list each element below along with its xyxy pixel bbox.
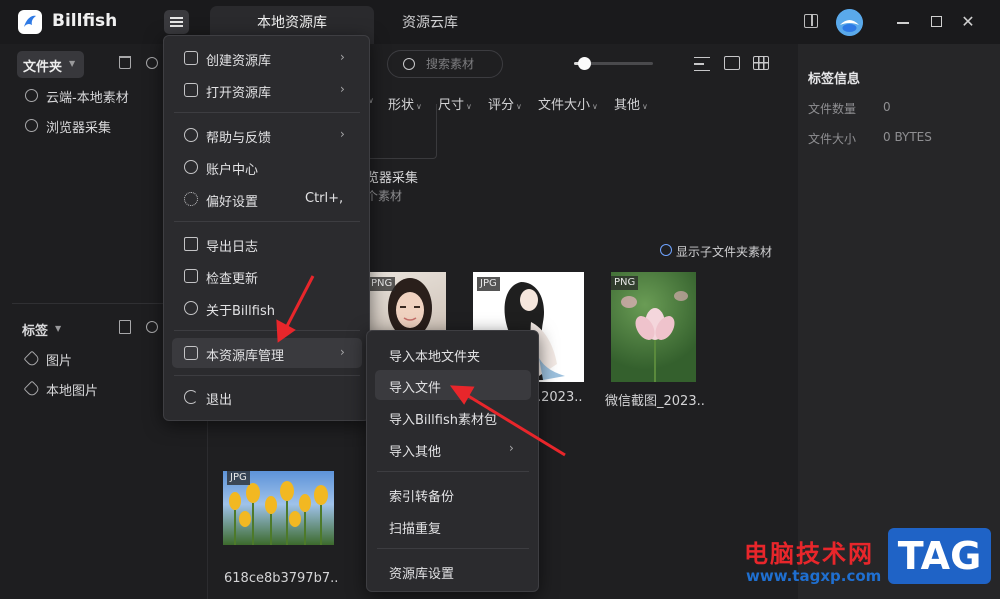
annotation-arrows: [276, 275, 566, 457]
watermark-url: www.tagxp.com: [746, 567, 882, 585]
watermark-text: 电脑技术网: [744, 540, 874, 568]
watermark-tag-logo: TAG: [888, 528, 991, 584]
